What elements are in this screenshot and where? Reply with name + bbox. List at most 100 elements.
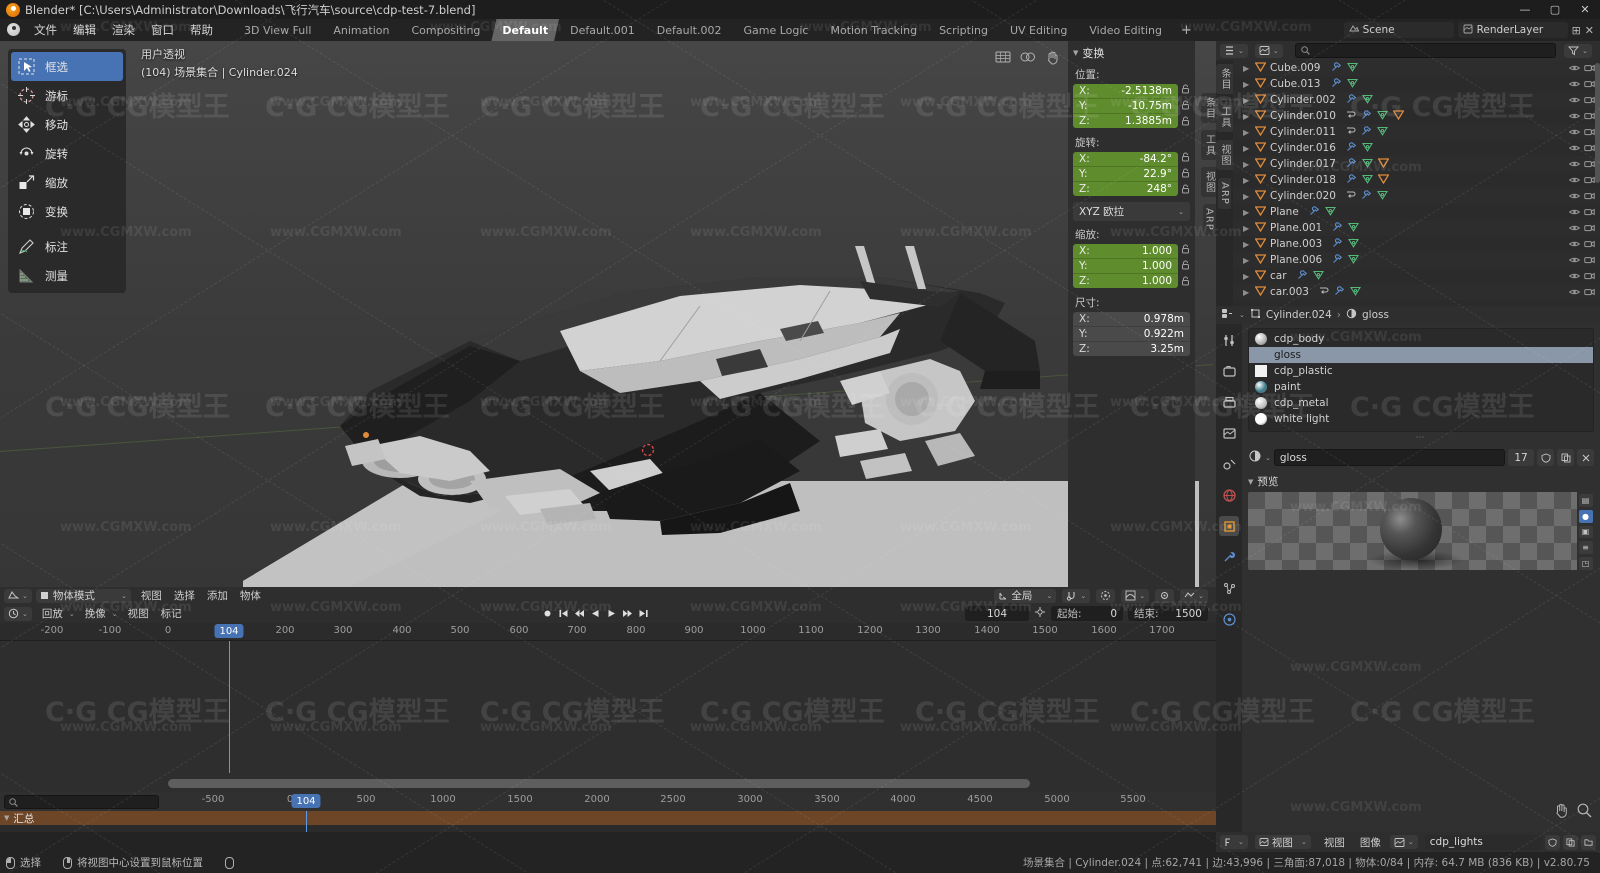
wrench-icon[interactable] xyxy=(1332,253,1343,267)
close-button[interactable]: ✕ xyxy=(1570,0,1600,19)
camera-render-icon[interactable] xyxy=(1584,190,1595,203)
eye-icon[interactable] xyxy=(1568,238,1581,251)
workspace-tab-video-editing[interactable]: Video Editing xyxy=(1078,19,1173,41)
timeline-playhead[interactable] xyxy=(229,641,230,773)
overlay-dropdown[interactable]: ⌄ xyxy=(1180,588,1208,603)
material-slot-row[interactable]: cdp_metal xyxy=(1249,395,1593,411)
dimension-x-field[interactable]: X: 0.978m xyxy=(1073,312,1190,326)
expand-arrow-icon[interactable]: ▶ xyxy=(1243,272,1249,281)
location-x-field[interactable]: X: -2.5138m xyxy=(1073,84,1178,98)
tool-transform[interactable]: 变换 xyxy=(11,197,123,226)
fake-user-shield-icon[interactable] xyxy=(1545,834,1560,850)
modifier-icon[interactable] xyxy=(1346,110,1356,123)
image-browse-icon[interactable]: ⌄ xyxy=(1389,835,1418,849)
expand-arrow-icon[interactable]: ▶ xyxy=(1243,96,1249,105)
tab-object[interactable] xyxy=(1219,516,1239,536)
expand-arrow-icon[interactable]: ▶ xyxy=(1243,64,1249,73)
mesh-data-icon[interactable] xyxy=(1348,238,1360,251)
properties-editor-type-icon[interactable] xyxy=(1221,308,1234,322)
material-slot-row[interactable]: gloss xyxy=(1249,347,1593,363)
scene-selector[interactable]: Scene xyxy=(1343,22,1454,38)
toggle-xray-icon[interactable] xyxy=(995,50,1011,69)
breadcrumb-material[interactable]: gloss xyxy=(1362,309,1389,321)
expand-arrow-icon[interactable]: ▶ xyxy=(1243,128,1249,137)
outliner-row[interactable]: ▶ Plane.001 xyxy=(1233,220,1600,236)
material-preview[interactable]: ▤ ● ▣ ≡ ◳ xyxy=(1248,492,1594,570)
material-browse-icon[interactable] xyxy=(1248,449,1262,466)
tool-scale[interactable]: 缩放 xyxy=(11,168,123,197)
tool-measure[interactable]: 测量 xyxy=(11,261,123,290)
preview-sphere-icon[interactable]: ● xyxy=(1578,509,1593,523)
preview-panel-header[interactable]: ▼ 预览 xyxy=(1248,474,1594,489)
tab-output[interactable] xyxy=(1219,392,1239,412)
sidebar-tab-item[interactable]: 条目 xyxy=(1200,93,1216,123)
tool-box-select[interactable]: 框选 xyxy=(11,52,123,81)
outliner-tab-view[interactable]: 视图 xyxy=(1216,140,1233,170)
tab-physics[interactable] xyxy=(1219,609,1239,629)
eye-icon[interactable] xyxy=(1568,62,1581,75)
breadcrumb-object[interactable]: Cylinder.024 xyxy=(1266,309,1332,321)
menu-render[interactable]: 渲染 xyxy=(104,19,143,41)
material-slot-list[interactable]: cdp_body gloss cdp_plastic paint cdp_metal wh… xyxy=(1248,328,1594,432)
location-z-field[interactable]: Z: 1.3885m xyxy=(1073,113,1178,128)
outliner-row[interactable]: ▶ Cylinder.011 xyxy=(1233,124,1600,140)
mesh-data-icon[interactable] xyxy=(1361,94,1373,107)
eye-icon[interactable] xyxy=(1568,174,1581,187)
jump-to-start-icon[interactable] xyxy=(556,606,571,621)
dopesheet-summary-channel[interactable]: ▼ 汇总 xyxy=(0,811,1216,825)
expand-arrow-icon[interactable]: ▶ xyxy=(1243,288,1249,297)
camera-render-icon[interactable] xyxy=(1584,238,1595,251)
workspace-tab-3d-view-full[interactable]: 3D View Full xyxy=(233,19,322,41)
camera-render-icon[interactable] xyxy=(1584,286,1595,299)
lock-icon[interactable] xyxy=(1181,84,1190,97)
eye-icon[interactable] xyxy=(1568,158,1581,171)
dopesheet-ruler[interactable]: -500 0 500 1000 1500 2000 2500 3000 3500… xyxy=(0,792,1216,811)
workspace-tab-game-logic[interactable]: Game Logic xyxy=(732,19,819,41)
menu-select[interactable]: 选择 xyxy=(168,589,201,603)
lock-icon[interactable] xyxy=(1181,276,1190,289)
lock-icon[interactable] xyxy=(1181,100,1190,113)
dimension-z-field[interactable]: Z: 3.25m xyxy=(1073,341,1190,356)
workspace-tab-default-001[interactable]: Default.001 xyxy=(559,19,646,41)
wrench-icon[interactable] xyxy=(1331,77,1342,91)
add-workspace-button[interactable]: + xyxy=(1173,19,1200,41)
maximize-button[interactable]: ▢ xyxy=(1540,0,1570,19)
eye-icon[interactable] xyxy=(1568,110,1581,123)
camera-render-icon[interactable] xyxy=(1584,222,1595,235)
rotation-mode-dropdown[interactable]: XYZ 欧拉 ⌄ xyxy=(1073,202,1190,221)
end-frame-field[interactable]: 结束: 1500 xyxy=(1128,606,1208,621)
wrench-icon[interactable] xyxy=(1361,109,1372,123)
mesh-data-icon[interactable] xyxy=(1361,174,1373,187)
outliner-row[interactable]: ▶ Cylinder.017 xyxy=(1233,156,1600,172)
interaction-mode-dropdown[interactable]: 物体模式 ⌄ xyxy=(35,588,131,603)
menu-window[interactable]: 窗口 xyxy=(143,19,182,41)
rotation-z-field[interactable]: Z: 248° xyxy=(1073,181,1178,196)
sidebar-tab-arp[interactable]: ARP xyxy=(1202,204,1216,235)
minimize-button[interactable]: — xyxy=(1510,0,1540,19)
preview-flat-icon[interactable]: ▤ xyxy=(1578,494,1593,507)
expand-arrow-icon[interactable]: ▶ xyxy=(1243,112,1249,121)
mesh-data-icon[interactable] xyxy=(1346,78,1358,91)
tab-render[interactable] xyxy=(1219,361,1239,381)
workspace-tab-scripting[interactable]: Scripting xyxy=(928,19,999,41)
wrench-icon[interactable] xyxy=(1361,189,1372,203)
fake-user-shield-icon[interactable] xyxy=(1537,449,1554,466)
mesh-data-icon[interactable] xyxy=(1349,286,1361,299)
child-mesh-icon[interactable] xyxy=(1377,157,1390,171)
menu-file[interactable]: 文件 xyxy=(26,19,65,41)
material-name-input[interactable]: gloss xyxy=(1273,449,1505,466)
tool-annotate[interactable]: 标注 xyxy=(11,232,123,261)
pan-hand-icon[interactable] xyxy=(1553,802,1569,821)
image-editor-type[interactable]: ⌄ xyxy=(1220,835,1248,849)
menu-view[interactable]: 视图 xyxy=(135,589,168,603)
tab-view-layer[interactable] xyxy=(1219,423,1239,443)
image-menu-view[interactable]: 视图 xyxy=(1318,835,1351,849)
wrench-icon[interactable] xyxy=(1346,157,1357,171)
timeline-body[interactable] xyxy=(0,641,1216,792)
image-view-mode-dropdown[interactable]: 视图 ⌄ xyxy=(1254,835,1311,849)
material-slot-row[interactable]: cdp_plastic xyxy=(1249,363,1593,379)
expand-arrow-icon[interactable]: ▶ xyxy=(1243,160,1249,169)
timeline-menu-view[interactable]: 视图 xyxy=(122,607,155,621)
copy-image-icon[interactable] xyxy=(1563,834,1578,850)
wrench-icon[interactable] xyxy=(1346,173,1357,187)
